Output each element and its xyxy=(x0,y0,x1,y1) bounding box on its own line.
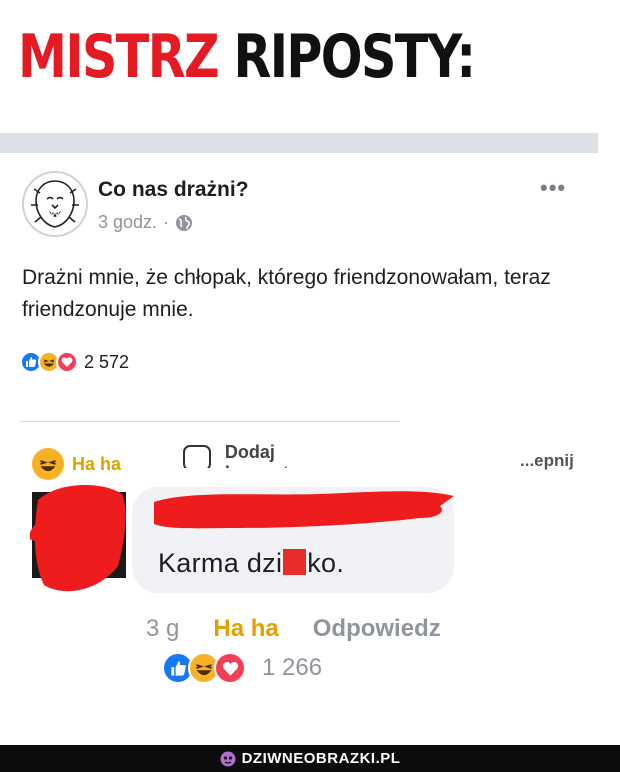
watermark-footer: DZIWNEOBRAZKI.PL xyxy=(0,745,620,772)
comment-reactions[interactable]: 1 266 xyxy=(162,652,322,684)
haha-icon xyxy=(32,448,64,480)
more-options-icon[interactable]: ••• xyxy=(540,175,566,201)
love-icon xyxy=(214,652,246,684)
post-text: Drażni mnie, że chłopak, którego friendz… xyxy=(22,266,551,321)
comment-button[interactable]: Dodaj komentarz xyxy=(183,444,358,468)
comment-label: Dodaj komentarz xyxy=(224,444,315,468)
site-name: DZIWNEOBRAZKI.PL xyxy=(241,750,401,767)
comment-haha-button[interactable]: Ha ha xyxy=(213,615,278,643)
comment-text-end: ko. xyxy=(307,548,345,578)
reply-button[interactable]: Odpowiedz xyxy=(313,615,441,643)
comment-actions: 3 g Ha ha Odpowiedz xyxy=(146,615,441,643)
title-red-word: MISTRZ xyxy=(18,22,220,92)
redaction-mark xyxy=(154,491,454,529)
post-divider xyxy=(20,421,400,422)
comment-icon xyxy=(183,445,211,468)
comment-reaction-count: 1 266 xyxy=(262,654,323,681)
separator-bar xyxy=(0,133,598,153)
meta-separator: · xyxy=(163,212,170,232)
globe-icon xyxy=(176,214,193,231)
lion-logo-icon xyxy=(31,180,79,228)
title-black-word: RIPOSTY: xyxy=(233,22,476,92)
love-icon xyxy=(56,351,78,373)
page-title: MISTRZ RIPOSTY: xyxy=(18,22,476,92)
page-avatar[interactable] xyxy=(22,171,88,237)
share-label: ...epnij xyxy=(520,451,574,470)
redaction-mark xyxy=(30,484,126,592)
site-logo-icon xyxy=(220,751,236,766)
haha-button[interactable]: Ha ha xyxy=(32,448,121,480)
post-meta: 3 godz. · xyxy=(98,212,193,233)
haha-label: Ha ha xyxy=(72,453,122,474)
comment-time[interactable]: 3 g xyxy=(146,615,179,643)
share-button[interactable]: ...epnij xyxy=(520,451,590,471)
comment-text: Karma dzi ko. xyxy=(158,548,344,579)
reaction-count: 2 572 xyxy=(84,351,130,372)
post-time[interactable]: 3 godz. xyxy=(98,212,157,233)
page-name[interactable]: Co nas drażni? xyxy=(98,178,249,202)
post-reactions[interactable]: 2 572 xyxy=(20,351,129,373)
censor-box xyxy=(283,549,307,575)
comment-text-start: Karma dzi xyxy=(158,548,283,578)
